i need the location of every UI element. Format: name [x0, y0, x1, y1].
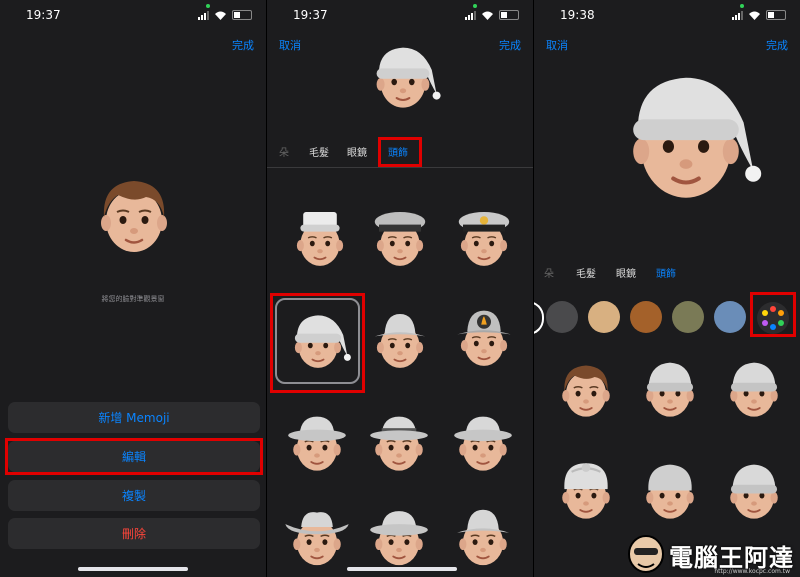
headwear-option-sailor[interactable]	[285, 200, 355, 280]
tabs-divider	[267, 167, 533, 168]
battery-icon	[499, 10, 519, 20]
headwear-option-cap[interactable]	[718, 452, 790, 532]
status-time: 19:38	[560, 8, 595, 22]
memoji-preview	[99, 181, 169, 254]
signal-icon	[465, 10, 476, 20]
color-swatch-2[interactable]	[588, 301, 620, 333]
done-button[interactable]: 完成	[766, 37, 788, 53]
camera-indicator-icon	[473, 4, 477, 8]
tab-eyewear[interactable]: 眼鏡	[616, 265, 636, 280]
status-bar: 19:38	[534, 0, 800, 30]
memoji-preview	[375, 47, 441, 109]
highlight-box-edit	[5, 438, 263, 475]
color-swatch-3[interactable]	[630, 301, 662, 333]
wifi-icon	[482, 11, 493, 20]
headwear-option-cowboy[interactable]	[281, 500, 353, 577]
home-indicator	[78, 567, 188, 571]
done-button[interactable]: 完成	[499, 37, 521, 53]
cancel-button[interactable]: 取消	[546, 37, 568, 53]
status-bar: 19:37	[0, 0, 266, 30]
tab-ears[interactable]: 朵	[279, 144, 289, 159]
signal-icon	[732, 10, 743, 20]
headwear-option-ranger[interactable]	[447, 404, 519, 484]
color-swatch-5[interactable]	[714, 301, 746, 333]
delete-button[interactable]: 刪除	[8, 518, 260, 549]
headwear-option-beanie[interactable]	[634, 350, 706, 430]
headwear-option-beanie-cuffed[interactable]	[718, 350, 790, 430]
watermark-url: http://www.kocpc.com.tw	[714, 568, 790, 575]
tab-eyewear[interactable]: 眼鏡	[347, 144, 367, 159]
memoji-list-screen: 19:37 完成 將您的臉對準觀景窗 新增 Memoji 編輯 複製 刪除	[0, 0, 266, 577]
memoji-preview	[631, 77, 762, 200]
headwear-option-safari[interactable]	[447, 500, 519, 577]
headwear-option-fedora-band[interactable]	[363, 404, 435, 484]
highlight-box-headwear-tab	[378, 137, 422, 167]
tab-headwear[interactable]: 頭飾	[656, 265, 676, 280]
camera-indicator-icon	[206, 4, 210, 8]
tab-hair[interactable]: 毛髮	[576, 265, 596, 280]
headwear-option-none[interactable]	[550, 350, 622, 430]
headwear-option-turban[interactable]	[550, 452, 622, 532]
headwear-option-captain[interactable]	[365, 200, 435, 280]
highlight-box-color-picker	[750, 292, 796, 337]
headwear-option-pith[interactable]	[363, 500, 435, 577]
headwear-option-skullcap[interactable]	[634, 452, 706, 532]
wifi-icon	[749, 11, 760, 20]
align-face-hint: 將您的臉對準觀景窗	[101, 295, 165, 303]
new-memoji-button[interactable]: 新增 Memoji	[8, 402, 260, 433]
status-time: 19:37	[26, 8, 61, 22]
tab-ears[interactable]: 朵	[544, 265, 554, 280]
memoji-color-screen: 19:38 取消 完成 朵 毛髮 眼鏡 頭飾 電腦王阿達 http://www.…	[534, 0, 800, 577]
headwear-option-firefighter[interactable]	[449, 300, 519, 380]
swatch-white-selected[interactable]	[534, 301, 544, 335]
signal-icon	[198, 10, 209, 20]
tab-hair[interactable]: 毛髮	[309, 144, 329, 159]
color-swatch-4[interactable]	[672, 301, 704, 333]
status-bar: 19:37	[267, 0, 533, 30]
headwear-option-bucket[interactable]	[365, 302, 435, 382]
watermark-mascot-icon	[628, 535, 664, 573]
camera-indicator-icon	[740, 4, 744, 8]
headwear-option-fedora[interactable]	[281, 404, 353, 484]
highlight-box-nightcap	[270, 293, 365, 393]
battery-icon	[766, 10, 786, 20]
battery-icon	[232, 10, 252, 20]
duplicate-button[interactable]: 複製	[8, 480, 260, 511]
done-button[interactable]: 完成	[232, 37, 254, 53]
cancel-button[interactable]: 取消	[279, 37, 301, 53]
status-time: 19:37	[293, 8, 328, 22]
color-swatch-1[interactable]	[546, 301, 578, 333]
home-indicator	[347, 567, 457, 571]
headwear-option-police[interactable]	[449, 200, 519, 280]
wifi-icon	[215, 11, 226, 20]
memoji-editor-screen: 19:37 取消 完成 朵 毛髮 眼鏡 頭飾	[267, 0, 533, 577]
